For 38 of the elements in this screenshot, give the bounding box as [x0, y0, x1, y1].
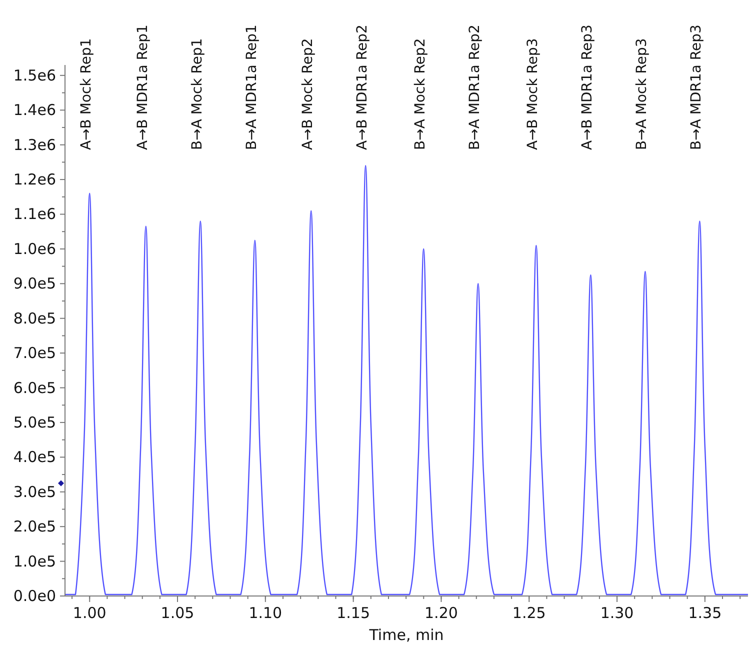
x-tick-label: 1.05 — [160, 604, 194, 622]
peak-label: A→B MDR1a Rep3 — [580, 24, 596, 150]
y-tick-label: 9.0e5 — [13, 274, 56, 293]
x-tick-label: 1.30 — [600, 604, 634, 622]
x-tick-label: 1.25 — [512, 604, 546, 622]
y-tick-label: 4.0e5 — [13, 448, 56, 466]
x-tick-label: 1.00 — [72, 604, 106, 622]
peak-label: A→B Mock Rep2 — [300, 38, 316, 150]
y-tick-label: 2.0e5 — [13, 518, 56, 536]
y-tick-label: 1.5e6 — [13, 66, 56, 84]
x-tick-label: 1.35 — [688, 604, 722, 622]
y-tick-label: 1.0e6 — [13, 240, 56, 258]
peak-label: A→B Mock Rep1 — [78, 38, 95, 150]
peak-label: B→A Mock Rep3 — [634, 38, 650, 150]
axis-marker-icon — [58, 480, 64, 486]
peak-label: B→A MDR1a Rep2 — [467, 24, 484, 150]
peak-label: B→A MDR1a Rep3 — [688, 24, 705, 150]
y-tick-label: 3.0e5 — [13, 482, 56, 501]
y-tick-label: 5.0e5 — [13, 413, 56, 432]
peak-label: B→A Mock Rep2 — [412, 38, 429, 150]
y-tick-label: 8.0e5 — [13, 309, 56, 328]
x-tick-label: 1.15 — [336, 604, 370, 622]
y-tick-label: 0.0e0 — [13, 587, 56, 605]
y-tick-label: 1.4e6 — [13, 101, 56, 120]
x-tick-label: 1.20 — [424, 604, 458, 622]
peak-label: A→B MDR1a Rep2 — [354, 24, 371, 150]
x-axis-title: Time, min — [369, 626, 444, 644]
x-tick-label: 1.10 — [248, 604, 282, 622]
y-tick-label: 1.2e6 — [13, 170, 56, 189]
peak-label: B→A MDR1a Rep1 — [244, 24, 260, 150]
y-tick-label: 1.0e5 — [13, 552, 56, 570]
y-tick-label: 1.1e6 — [13, 205, 56, 224]
peak-label: A→B Mock Rep3 — [525, 38, 542, 150]
y-tick-label: 6.0e5 — [13, 378, 56, 397]
peak-label: A→B MDR1a Rep1 — [134, 24, 151, 150]
y-tick-label: 1.3e6 — [13, 136, 56, 154]
peak-label: B→A Mock Rep1 — [189, 38, 206, 150]
y-tick-label: 7.0e5 — [13, 344, 56, 362]
